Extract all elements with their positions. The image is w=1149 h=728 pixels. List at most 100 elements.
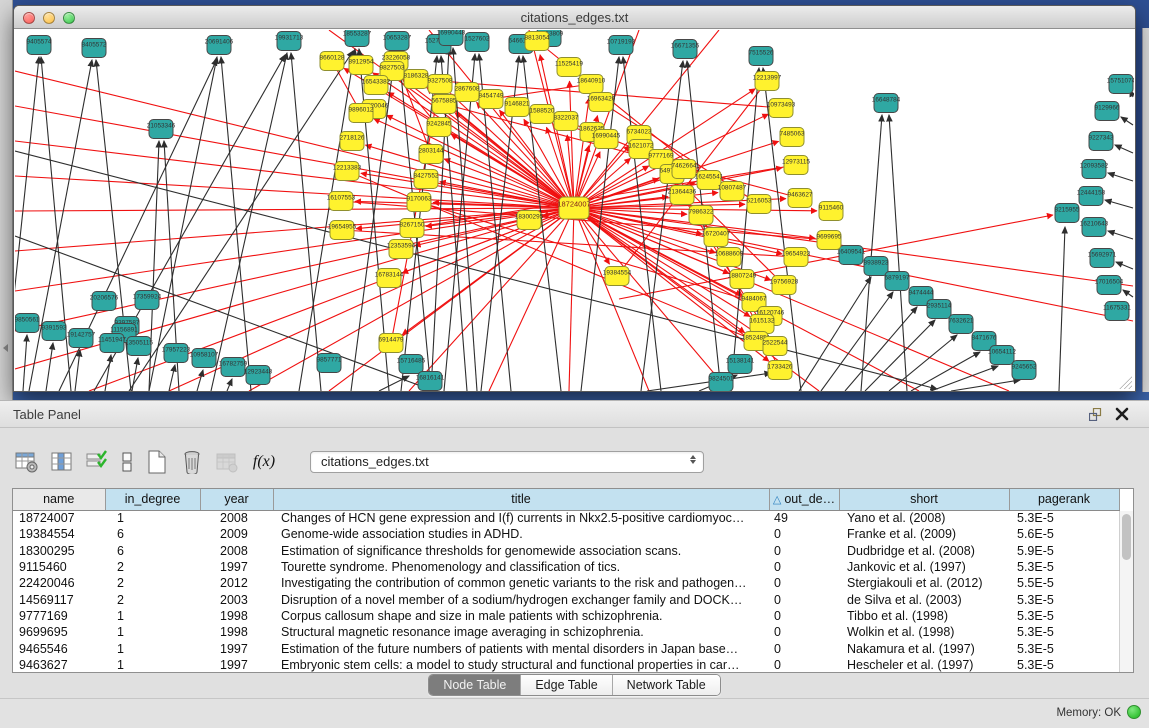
row-height-button[interactable] [119,448,135,476]
column-header-pagerank[interactable]: pagerank [1009,489,1119,510]
table-scrollbar-thumb[interactable] [1122,514,1131,560]
float-panel-icon[interactable] [1089,408,1103,421]
table-cell: 2008 [200,543,273,559]
table-cell: Structural magnetic resonance image aver… [273,624,769,640]
graph-node-label: 16720407 [702,231,731,238]
table-scrollbar[interactable] [1119,511,1133,672]
graph-node-label: 8405572 [82,42,107,49]
graph-node-label: 2867608 [455,86,480,93]
table-cell: 6 [105,526,200,542]
table-cell: 2 [105,559,200,575]
citation-network-graph[interactable]: 9405574840557220691406199317131855328710… [15,30,1134,391]
table-cell: 9699695 [13,624,105,640]
graph-node-label: 7632621 [949,318,974,325]
graph-node-label: 12923448 [244,369,273,376]
graph-node-label: 18300295 [515,214,544,221]
graph-edge [197,370,203,391]
table-row[interactable]: 946362711997Embryonic stem cells: a mode… [13,657,1119,673]
graph-node-label: 2803144 [419,148,444,155]
table-cell: 5.3E-5 [1009,624,1119,640]
graph-edge [379,376,409,391]
graph-edge [931,366,998,391]
table-cell: 1998 [200,608,273,624]
graph-edge [15,208,574,369]
table-row[interactable]: 977716911998Corpus callosum shape and si… [13,608,1119,624]
table-row[interactable]: 946554611997Estimation of the future num… [13,640,1119,656]
tab-node-table[interactable]: Node Table [429,675,521,695]
graph-node-label: 18807249 [728,273,757,280]
select-rows-button[interactable] [84,448,110,476]
column-header-name[interactable]: name [13,489,105,510]
memory-status-indicator [1127,705,1141,719]
graph-node-label: 9129966 [1095,105,1120,112]
network-window-titlebar[interactable]: citations_edges.txt [14,6,1135,29]
table-body: 1872400712008Changes of HCN gene express… [13,510,1119,673]
graph-node-label: 8454749 [479,93,504,100]
table-cell: 2003 [200,591,273,607]
table-cell: 0 [769,575,839,591]
table-cell: 1 [105,608,200,624]
table-row[interactable]: 1938455462009Genome-wide association stu… [13,526,1119,542]
table-selector-dropdown[interactable]: citations_edges.txt [310,451,704,473]
graph-edge [569,208,574,391]
expand-panel-arrow-icon[interactable] [3,344,8,352]
table-row[interactable]: 969969511998Structural magnetic resonanc… [13,624,1119,640]
table-check-icon [86,450,108,474]
window-resize-grip[interactable] [1118,375,1132,389]
tab-network-table[interactable]: Network Table [613,675,720,695]
graph-edge [23,335,27,391]
graph-edge [46,343,53,391]
graph-node-label: 23226058 [382,55,411,62]
column-header-title[interactable]: title [273,489,769,510]
new-column-button[interactable] [144,448,170,476]
table-settings-button[interactable] [14,448,40,476]
table-panel-title: Table Panel [13,407,81,422]
graph-edge [149,57,217,391]
column-header-year[interactable]: year [200,489,273,510]
graph-edge [227,379,232,391]
network-window[interactable]: citations_edges.txt 94055748405572206914… [13,5,1136,392]
graph-node-label: 9170063 [407,196,432,203]
graph-node-label: 9474444 [909,290,934,297]
graph-edge [1116,262,1133,269]
table-row[interactable]: 1830029562008Estimation of significance … [13,543,1119,559]
table-row[interactable]: 1872400712008Changes of HCN gene express… [13,510,1119,526]
table-row[interactable]: 911546021997Tourette syndrome. Phenomeno… [13,559,1119,575]
column-header-short[interactable]: short [839,489,1009,510]
graph-node-label: 7462664 [672,163,697,170]
delete-column-button[interactable] [179,448,205,476]
function-builder-button[interactable]: f(x) [249,448,279,476]
import-table-button[interactable] [214,448,240,476]
background-window-edge [1142,28,1149,392]
graph-node-label: 9242845 [427,121,452,128]
graph-node-label: 9463627 [788,192,813,199]
table-cell: 5.5E-5 [1009,575,1119,591]
table-header-row: namein_degreeyeartitle△out_de…shortpager… [13,489,1119,510]
column-header-in_degree[interactable]: in_degree [105,489,200,510]
show-columns-button[interactable] [49,448,75,476]
graph-node-label: 9699695 [817,234,842,241]
graph-node-label: 7986322 [689,209,714,216]
tab-edge-table[interactable]: Edge Table [521,675,612,695]
table-tabs-row: Node TableEdge TableNetwork Table [0,674,1149,698]
table-row[interactable]: 2242004622012Investigating the contribut… [13,575,1119,591]
graph-node-label: 10807487 [718,185,747,192]
table-cell: 2009 [200,526,273,542]
table-cell: Corpus callosum shape and size in male p… [273,608,769,624]
graph-node-label: 8186328 [404,73,429,80]
graph-node-label: 20206576 [90,295,119,302]
table-cell: 19384554 [13,526,105,542]
close-panel-icon[interactable] [1115,407,1129,421]
graph-node-label: 10973493 [767,102,796,109]
table-cell: Franke et al. (2009) [839,526,1009,542]
graph-node-label: 6734023 [627,129,652,136]
control-panel-collapsed-strip[interactable] [0,0,13,400]
table-toolbar: f(x) citations_edges.txt [14,445,704,479]
table-row[interactable]: 1456911722003Disruption of a novel membe… [13,591,1119,607]
graph-node-label: 16245541 [695,174,724,181]
table-cell: 1998 [200,624,273,640]
network-canvas[interactable]: 9405574840557220691406199317131855328710… [15,30,1134,391]
table-panel-header[interactable]: Table Panel [0,401,1149,428]
table-cell: de Silva et al. (2003) [839,591,1009,607]
column-header-out_de[interactable]: △out_de… [769,489,839,510]
